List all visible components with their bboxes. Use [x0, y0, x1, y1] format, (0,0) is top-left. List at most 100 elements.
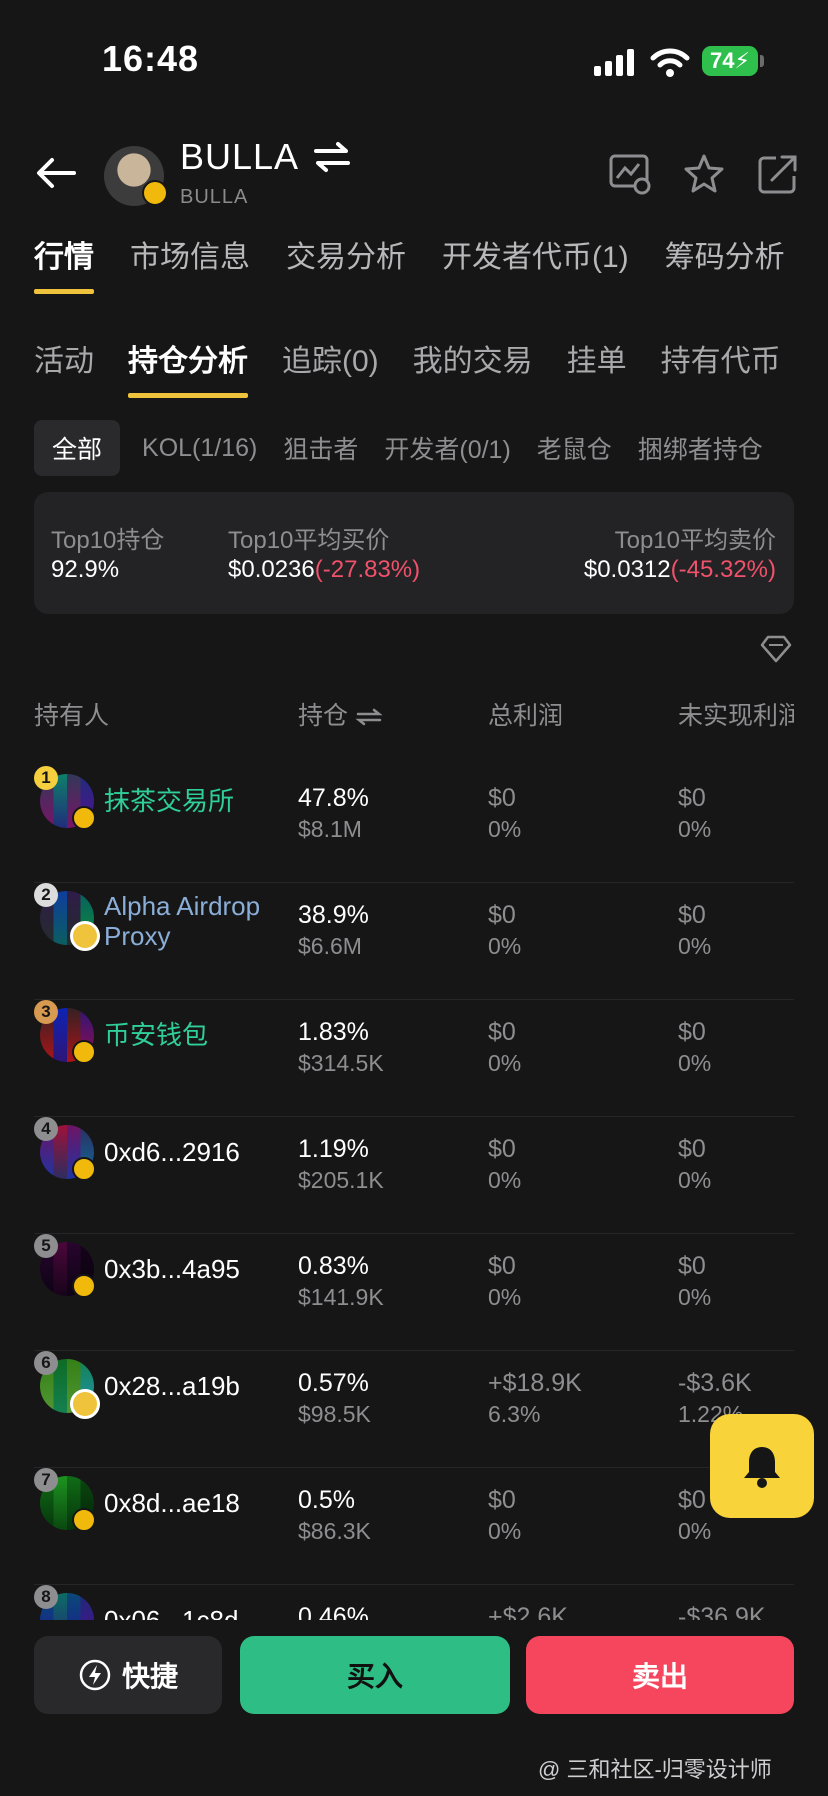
total-profit-pct: 6.3%	[488, 1401, 541, 1427]
unrealized-profit: -$3.6K	[678, 1369, 752, 1397]
watermark: @ 三和社区-归零设计师	[538, 1757, 772, 1782]
rank-badge: 4	[34, 1117, 58, 1141]
tab-my-trades[interactable]: 我的交易	[413, 336, 533, 380]
buy-button[interactable]: 买入	[240, 1636, 510, 1714]
holder-badge-icon	[70, 1389, 100, 1419]
unrealized-profit-pct: 0%	[678, 1050, 712, 1076]
share-icon[interactable]	[756, 152, 800, 196]
star-icon[interactable]	[682, 152, 726, 196]
tab-tracking[interactable]: 追踪(0)	[282, 336, 379, 380]
unrealized-profit: $0	[678, 784, 706, 812]
table-row[interactable]: 5 0x3b...4a95 0.83% $141.9K $0 0% $0 0%	[34, 1234, 794, 1351]
token-name: BULLA	[180, 136, 300, 177]
total-profit: $0	[488, 1018, 516, 1046]
tab-dev-tokens[interactable]: 开发者代币(1)	[442, 232, 629, 276]
holder-name[interactable]: 0x8d...ae18	[104, 1488, 294, 1518]
holder-name[interactable]: 0x28...a19b	[104, 1371, 294, 1401]
total-profit: $0	[488, 901, 516, 929]
total-profit-pct: 0%	[488, 1518, 522, 1544]
position-pct: 38.9%	[298, 901, 369, 929]
chip-bundler[interactable]: 捆绑者持仓	[634, 420, 767, 476]
bell-icon	[744, 1447, 780, 1488]
filter-chips: 全部 KOL(1/16) 狙击者 开发者(0/1) 老鼠仓 捆绑者持仓	[34, 420, 767, 476]
sub-tabs: 活动 持仓分析 追踪(0) 我的交易 挂单 持有代币	[34, 336, 781, 398]
holder-name[interactable]: 抹茶交易所	[104, 786, 294, 816]
tab-chips-analysis[interactable]: 筹码分析	[665, 232, 785, 276]
unrealized-profit-pct: 0%	[678, 933, 712, 959]
unrealized-profit-pct: 0%	[678, 1284, 712, 1310]
unrealized-profit: $0	[678, 1018, 706, 1046]
table-row[interactable]: 4 0xd6...2916 1.19% $205.1K $0 0% $0 0%	[34, 1117, 794, 1234]
rank-badge: 2	[34, 883, 58, 907]
diamond-icon[interactable]	[760, 634, 792, 664]
holder-name[interactable]: 0x3b...4a95	[104, 1254, 294, 1284]
tab-holding-tokens[interactable]: 持有代币	[661, 336, 781, 380]
total-profit: $0	[488, 1252, 516, 1280]
lightning-icon	[79, 1659, 111, 1691]
holder-name[interactable]: Alpha Airdrop Proxy	[104, 891, 294, 951]
position-usd: $86.3K	[298, 1518, 371, 1544]
avg-sell-price: $0.0312(-45.32%)	[583, 556, 776, 583]
holder-badge-icon	[72, 1508, 96, 1532]
position-pct: 0.57%	[298, 1369, 369, 1397]
holder-badge-icon	[72, 806, 96, 830]
table-row[interactable]: 2 Alpha Airdrop Proxy 38.9% $6.6M $0 0% …	[34, 883, 794, 1000]
holder-badge-icon	[70, 921, 100, 951]
alert-bell-button[interactable]	[710, 1414, 814, 1518]
quick-trade-button[interactable]: 快捷	[34, 1636, 222, 1714]
table-row[interactable]: 6 0x28...a19b 0.57% $98.5K +$18.9K 6.3% …	[34, 1351, 794, 1468]
chip-kol[interactable]: KOL(1/16)	[138, 424, 261, 473]
tab-orders[interactable]: 挂单	[567, 336, 627, 380]
table-row[interactable]: 1 抹茶交易所 47.8% $8.1M $0 0% $0 0%	[34, 766, 794, 883]
rank-badge: 1	[34, 766, 58, 790]
unrealized-profit-pct: 0%	[678, 1167, 712, 1193]
unrealized-profit-pct: 0%	[678, 816, 712, 842]
avg-buy-price: $0.0236(-27.83%)	[228, 556, 421, 583]
total-profit: $0	[488, 1486, 516, 1514]
holder-badge-icon	[72, 1040, 96, 1064]
total-profit-pct: 0%	[488, 1167, 522, 1193]
col-holder: 持有人	[34, 702, 110, 730]
holder-badge-icon	[72, 1274, 96, 1298]
holder-name[interactable]: 0xd6...2916	[104, 1137, 294, 1167]
tab-market-info[interactable]: 市场信息	[130, 232, 250, 276]
sort-icon[interactable]	[355, 707, 383, 727]
avg-sell-label: Top10平均卖价	[614, 527, 776, 554]
total-profit: $0	[488, 1135, 516, 1163]
cellular-signal-icon	[594, 49, 634, 76]
unrealized-profit-pct: 0%	[678, 1518, 712, 1544]
tab-trade-analysis[interactable]: 交易分析	[286, 232, 406, 276]
table-row[interactable]: 7 0x8d...ae18 0.5% $86.3K $0 0% $0 0%	[34, 1468, 794, 1585]
chart-watch-icon[interactable]	[608, 152, 652, 196]
position-pct: 0.83%	[298, 1252, 369, 1280]
battery-tip	[760, 55, 764, 67]
total-profit-pct: 0%	[488, 816, 522, 842]
position-pct: 1.19%	[298, 1135, 369, 1163]
chip-sniper[interactable]: 狙击者	[279, 420, 362, 476]
unrealized-profit: $0	[678, 1135, 706, 1163]
position-usd: $98.5K	[298, 1401, 371, 1427]
back-arrow-icon[interactable]	[34, 150, 80, 196]
chip-all[interactable]: 全部	[34, 420, 121, 476]
tab-market[interactable]: 行情	[34, 232, 94, 294]
tab-holding-analysis[interactable]: 持仓分析	[128, 336, 248, 398]
position-usd: $205.1K	[298, 1167, 384, 1193]
tab-activity[interactable]: 活动	[34, 336, 94, 380]
position-usd: $141.9K	[298, 1284, 384, 1310]
chip-rat-warehouse[interactable]: 老鼠仓	[533, 420, 616, 476]
col-total-profit: 总利润	[488, 702, 564, 730]
total-profit: $0	[488, 784, 516, 812]
main-tabs: 行情 市场信息 交易分析 开发者代币(1) 筹码分析	[34, 232, 785, 294]
table-row[interactable]: 3 币安钱包 1.83% $314.5K $0 0% $0 0%	[34, 1000, 794, 1117]
total-profit: +$18.9K	[488, 1369, 582, 1397]
swap-icon[interactable]	[312, 140, 352, 174]
col-unrealized-profit: 未实现利润	[678, 702, 794, 730]
col-position[interactable]: 持仓	[298, 696, 383, 732]
avg-buy-label: Top10平均买价	[228, 527, 390, 554]
chip-developer[interactable]: 开发者(0/1)	[380, 420, 514, 476]
chain-badge-icon	[142, 180, 168, 206]
total-profit-pct: 0%	[488, 1284, 522, 1310]
sell-button[interactable]: 卖出	[526, 1636, 794, 1714]
rank-badge: 7	[34, 1468, 58, 1492]
holder-name[interactable]: 币安钱包	[104, 1020, 294, 1050]
